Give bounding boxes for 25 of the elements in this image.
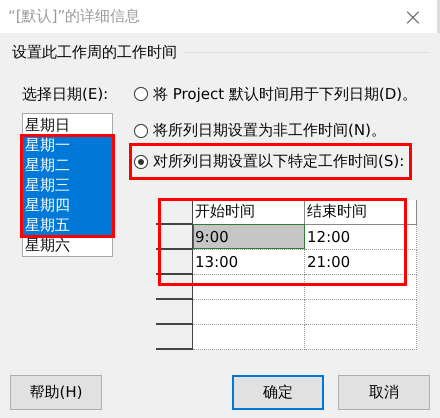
option-label[interactable]: 对所列日期设置以下特定工作时间(S): <box>153 152 404 171</box>
option-label[interactable]: 将 Project 默认时间用于下列日期(D)。 <box>153 84 418 104</box>
radio-button[interactable] <box>134 87 148 101</box>
dialog-button[interactable]: 取消 <box>338 375 430 410</box>
time-cell[interactable]: 12:00 <box>304 224 416 249</box>
time-cell[interactable]: 9:00 <box>192 224 304 249</box>
option-label[interactable]: 将所列日期设置为非工作时间(N)。 <box>153 121 386 140</box>
section-heading: 设置此工作周的工作时间 <box>12 42 177 62</box>
day-item[interactable]: 星期日 <box>23 115 112 135</box>
day-item[interactable]: 星期六 <box>23 235 112 255</box>
date-label: 选择日期(E): <box>22 84 110 104</box>
time-cell[interactable]: 21:00 <box>304 249 416 274</box>
dialog-button[interactable]: 确定 <box>232 375 324 410</box>
window-title: “[默认]”的详细信息 <box>8 7 140 26</box>
day-item[interactable]: 星期一 <box>23 135 112 155</box>
day-item[interactable]: 星期二 <box>23 155 112 175</box>
column-header: 结束时间 <box>304 200 416 224</box>
day-item[interactable]: 星期三 <box>23 175 112 195</box>
day-item[interactable]: 星期四 <box>23 195 112 215</box>
radio-button[interactable] <box>134 154 148 168</box>
close-icon[interactable]: × <box>398 4 427 28</box>
radio-button[interactable] <box>134 124 148 138</box>
time-cell[interactable]: 13:00 <box>192 249 304 274</box>
dialog-button[interactable]: 帮助(H) <box>10 375 102 410</box>
day-item[interactable]: 星期五 <box>23 215 112 235</box>
